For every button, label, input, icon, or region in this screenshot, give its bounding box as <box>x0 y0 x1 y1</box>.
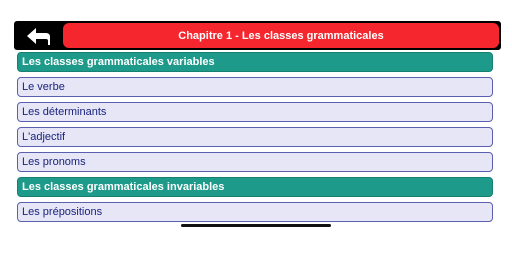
list-item-les-determinants[interactable]: Les déterminants <box>17 102 493 122</box>
list-item-le-verbe[interactable]: Le verbe <box>17 77 493 97</box>
section-header-invariables: Les classes grammaticales invariables <box>17 177 493 197</box>
page-title: Chapitre 1 - Les classes grammaticales <box>63 23 499 48</box>
list-item-les-prepositions[interactable]: Les prépositions <box>17 202 493 222</box>
home-indicator[interactable] <box>181 224 331 227</box>
back-button[interactable] <box>14 21 60 50</box>
list-item-l-adjectif[interactable]: L'adjectif <box>17 127 493 147</box>
screen: Chapitre 1 - Les classes grammaticales L… <box>0 0 512 256</box>
list-item-les-pronoms[interactable]: Les pronoms <box>17 152 493 172</box>
arrow-left-icon <box>27 27 50 45</box>
section-header-variables: Les classes grammaticales variables <box>17 52 493 72</box>
top-bar: Chapitre 1 - Les classes grammaticales <box>14 21 501 50</box>
